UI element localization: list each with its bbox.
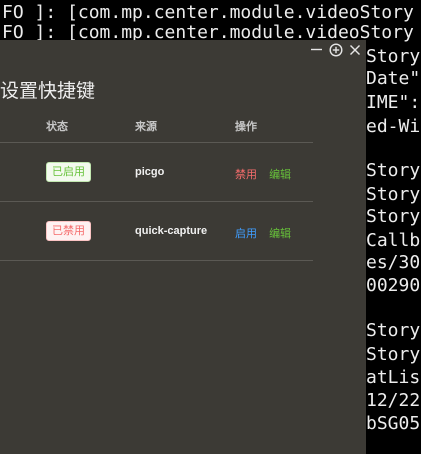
terminal-line: Story: [366, 160, 421, 181]
terminal-line: IME":: [366, 92, 421, 113]
status-badge: 已禁用: [46, 221, 91, 241]
terminal-line: Callba: [366, 230, 421, 251]
table-row: 已禁用 quick-capture 启用 编辑: [0, 202, 313, 261]
terminal-line: ed-Wit: [366, 116, 421, 137]
source-cell: picgo: [135, 166, 165, 178]
terminal-line: Story: [366, 320, 421, 341]
terminal-line: Story: [366, 344, 421, 365]
add-circle-icon[interactable]: [328, 42, 343, 57]
status-cell: 已禁用: [46, 221, 91, 241]
actions-cell: 启用 编辑: [235, 225, 300, 241]
terminal-line: atList: [366, 367, 421, 388]
edit-button[interactable]: 编辑: [269, 169, 291, 181]
terminal-line: 12/22/: [366, 390, 421, 411]
status-cell: 已启用: [46, 162, 91, 182]
column-header-status: 状态: [46, 121, 68, 133]
terminal-line: Story: [366, 184, 421, 205]
close-icon[interactable]: [347, 42, 362, 57]
table-header: 状态 来源 操作: [0, 111, 313, 143]
window-controls: [309, 42, 362, 57]
terminal-line: Story: [366, 46, 421, 67]
table-row: 已启用 picgo 禁用 编辑: [0, 143, 313, 202]
minimize-icon[interactable]: [309, 42, 324, 57]
shortcut-settings-window: 设置快捷键 状态 来源 操作 已启用 picgo 禁用 编辑 已禁用 quick…: [0, 40, 366, 454]
terminal-line: bSG050: [366, 413, 421, 434]
terminal-line: es/300: [366, 252, 421, 273]
shortcut-table: 状态 来源 操作 已启用 picgo 禁用 编辑 已禁用 quick-captu…: [0, 111, 313, 261]
terminal-line: FO ]: [com.mp.center.module.videoStory: [2, 2, 414, 23]
page-title: 设置快捷键: [0, 81, 96, 102]
edit-button[interactable]: 编辑: [269, 228, 291, 240]
disable-button[interactable]: 禁用: [235, 169, 257, 181]
actions-cell: 禁用 编辑: [235, 166, 300, 182]
status-badge: 已启用: [46, 162, 91, 182]
enable-button[interactable]: 启用: [235, 228, 257, 240]
terminal-line: Date": [366, 68, 421, 89]
column-header-actions: 操作: [235, 121, 257, 133]
column-header-source: 来源: [135, 121, 157, 133]
terminal-line: 00290: [366, 275, 421, 296]
terminal-line: Story: [366, 206, 421, 227]
source-cell: quick-capture: [135, 225, 208, 237]
